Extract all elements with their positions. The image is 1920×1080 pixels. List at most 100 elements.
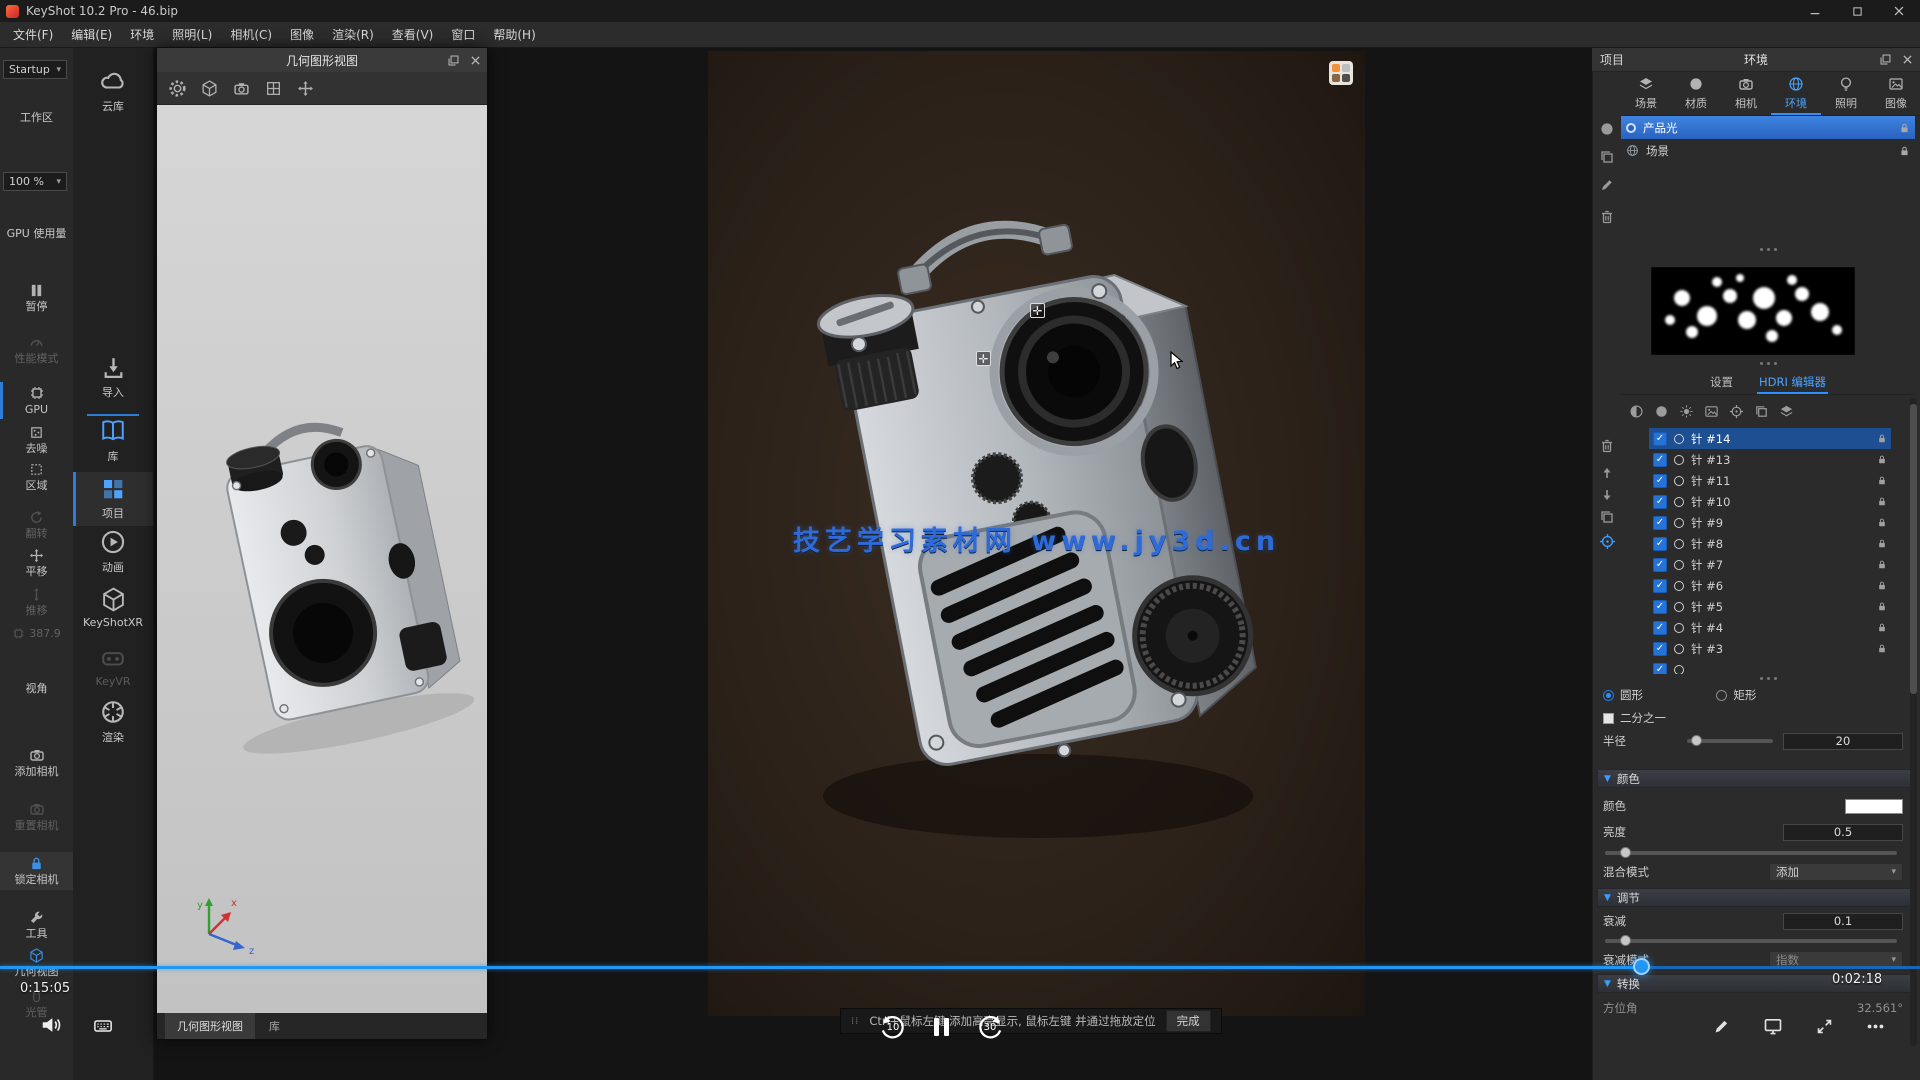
brightness-slider[interactable] [1605, 851, 1897, 855]
menu-render[interactable]: 渲染(R) [323, 22, 383, 47]
delete-environment-icon[interactable] [1599, 209, 1615, 225]
done-button[interactable]: 完成 [1166, 1010, 1211, 1032]
zoom-select[interactable]: 100 %▾ [3, 172, 67, 191]
lock-icon[interactable] [1899, 145, 1910, 157]
adjust-section-header[interactable]: ▼ 调节 [1597, 888, 1911, 907]
pin-row[interactable]: ✓针 #11 [1649, 470, 1891, 491]
falloff-value[interactable]: 0.1 [1783, 913, 1903, 930]
target-icon[interactable] [1729, 404, 1744, 419]
toolbar-gpu[interactable]: GPU [0, 385, 73, 416]
pin-checkbox[interactable]: ✓ [1653, 558, 1667, 572]
tab-settings[interactable]: 设置 [1708, 371, 1735, 394]
toolbar-light-tube[interactable]: 光管 [0, 989, 73, 1019]
camera-icon[interactable] [233, 80, 250, 97]
lock-icon[interactable] [1877, 475, 1887, 486]
pin-row[interactable]: ✓针 #13 [1649, 449, 1891, 470]
maximize-button[interactable] [1836, 0, 1878, 22]
dock-library[interactable]: 库 [73, 418, 153, 464]
toolbar-tumble[interactable]: 翻转 [0, 510, 73, 540]
pin-checkbox[interactable]: ✓ [1653, 495, 1667, 509]
lock-icon[interactable] [1877, 622, 1887, 633]
half-sphere-icon[interactable] [1629, 404, 1644, 419]
duplicate-pin-icon[interactable] [1599, 509, 1615, 525]
pin-row[interactable]: ✓针 #6 [1649, 575, 1891, 596]
copy-pin-icon[interactable] [1754, 404, 1769, 419]
lock-icon[interactable] [1877, 433, 1887, 444]
lock-icon[interactable] [1899, 122, 1910, 134]
geometry-viewport[interactable]: y x z [157, 105, 487, 1013]
lock-icon[interactable] [1877, 454, 1887, 465]
dock-keyvr[interactable]: KeyVR [73, 645, 153, 688]
pin-row[interactable]: ✓ [1649, 659, 1891, 674]
menu-lighting[interactable]: 照明(L) [163, 22, 221, 47]
menu-view[interactable]: 查看(V) [383, 22, 443, 47]
slider-handle[interactable] [1620, 847, 1631, 858]
hdri-preview[interactable] [1651, 267, 1855, 355]
pin-row[interactable]: ✓针 #14 [1649, 428, 1891, 449]
pin-checkbox[interactable]: ✓ [1653, 621, 1667, 635]
menu-help[interactable]: 帮助(H) [484, 22, 544, 47]
close-icon[interactable] [469, 54, 482, 67]
layers-icon[interactable] [1779, 404, 1794, 419]
toolbar-region[interactable]: 区域 [0, 462, 73, 492]
realtime-render-viewport[interactable]: 技艺学习素材网 www.jy3d.cn ✛ ✛ [708, 51, 1365, 1016]
blend-mode-select[interactable]: 添加▾ [1769, 863, 1903, 881]
tab-image[interactable]: 图像 [1871, 71, 1920, 115]
menu-image[interactable]: 图像 [281, 22, 323, 47]
slider-handle[interactable] [1691, 735, 1702, 746]
pin-checkbox[interactable]: ✓ [1653, 663, 1667, 675]
color-swatch[interactable] [1845, 799, 1903, 814]
lock-icon[interactable] [1877, 643, 1887, 654]
menu-edit[interactable]: 编辑(E) [62, 22, 121, 47]
divider-dots[interactable] [1621, 677, 1915, 680]
dock-animation[interactable]: 动画 [73, 529, 153, 575]
pin-row[interactable]: ✓针 #7 [1649, 554, 1891, 575]
radio-circle[interactable] [1603, 690, 1614, 701]
toolbar-reset-camera[interactable]: 重置相机 [0, 801, 73, 832]
pin-row[interactable]: ✓针 #3 [1649, 638, 1891, 659]
gradient-icon[interactable] [1654, 404, 1669, 419]
lock-icon[interactable] [1877, 580, 1887, 591]
dock-import[interactable]: 导入 [73, 355, 153, 400]
dock-keyshotxr[interactable]: KeyShotXR [73, 587, 153, 629]
lock-icon[interactable] [1877, 559, 1887, 570]
falloff-mode-select[interactable]: 指数▾ [1769, 951, 1903, 969]
toolbar-dolly[interactable]: 推移 [0, 587, 73, 617]
tab-geometry-view[interactable]: 几何图形视图 [165, 1013, 255, 1039]
pin-checkbox[interactable]: ✓ [1653, 516, 1667, 530]
tab-environment[interactable]: 环境 [1771, 71, 1821, 115]
toolbar-geometry-view[interactable]: 几何视图 [0, 948, 73, 978]
float-window-icon[interactable] [1879, 53, 1892, 66]
transform-section-header[interactable]: ▼ 转换 [1597, 974, 1911, 993]
pan-tool-icon[interactable] [297, 80, 314, 97]
tab-library[interactable]: 库 [257, 1013, 292, 1039]
pin-checkbox[interactable]: ✓ [1653, 600, 1667, 614]
toolbar-tools[interactable]: 工具 [0, 910, 73, 940]
pin-marker[interactable]: ✛ [976, 351, 991, 366]
gear-icon[interactable] [169, 80, 186, 97]
scrollbar[interactable] [1910, 398, 1917, 1046]
lock-icon[interactable] [1877, 517, 1887, 528]
pin-row[interactable]: ✓针 #9 [1649, 512, 1891, 533]
toolbar-lock-camera[interactable]: 锁定相机 [0, 852, 73, 890]
lock-icon[interactable] [1877, 601, 1887, 612]
pin-checkbox[interactable]: ✓ [1653, 474, 1667, 488]
brightness-value[interactable]: 0.5 [1783, 824, 1903, 841]
tab-lighting[interactable]: 照明 [1821, 71, 1871, 115]
lock-icon[interactable] [1877, 538, 1887, 549]
radio-rectangle[interactable] [1716, 690, 1727, 701]
workspace-select[interactable]: Startup▾ [3, 60, 67, 79]
sun-icon[interactable] [1679, 404, 1694, 419]
azimuth-value[interactable]: 32.561° [1857, 1001, 1903, 1015]
minimize-button[interactable] [1794, 0, 1836, 22]
move-down-icon[interactable] [1599, 487, 1615, 503]
lock-icon[interactable] [1877, 496, 1887, 507]
radius-slider[interactable] [1687, 739, 1773, 743]
pin-row[interactable]: ✓针 #8 [1649, 533, 1891, 554]
color-section-header[interactable]: ▼ 颜色 [1597, 769, 1911, 788]
tab-scene[interactable]: 场景 [1621, 71, 1671, 115]
move-up-icon[interactable] [1599, 465, 1615, 481]
environment-row-scene[interactable]: 场景 [1621, 139, 1915, 162]
menu-file[interactable]: 文件(F) [4, 22, 62, 47]
grid-icon[interactable] [265, 80, 282, 97]
